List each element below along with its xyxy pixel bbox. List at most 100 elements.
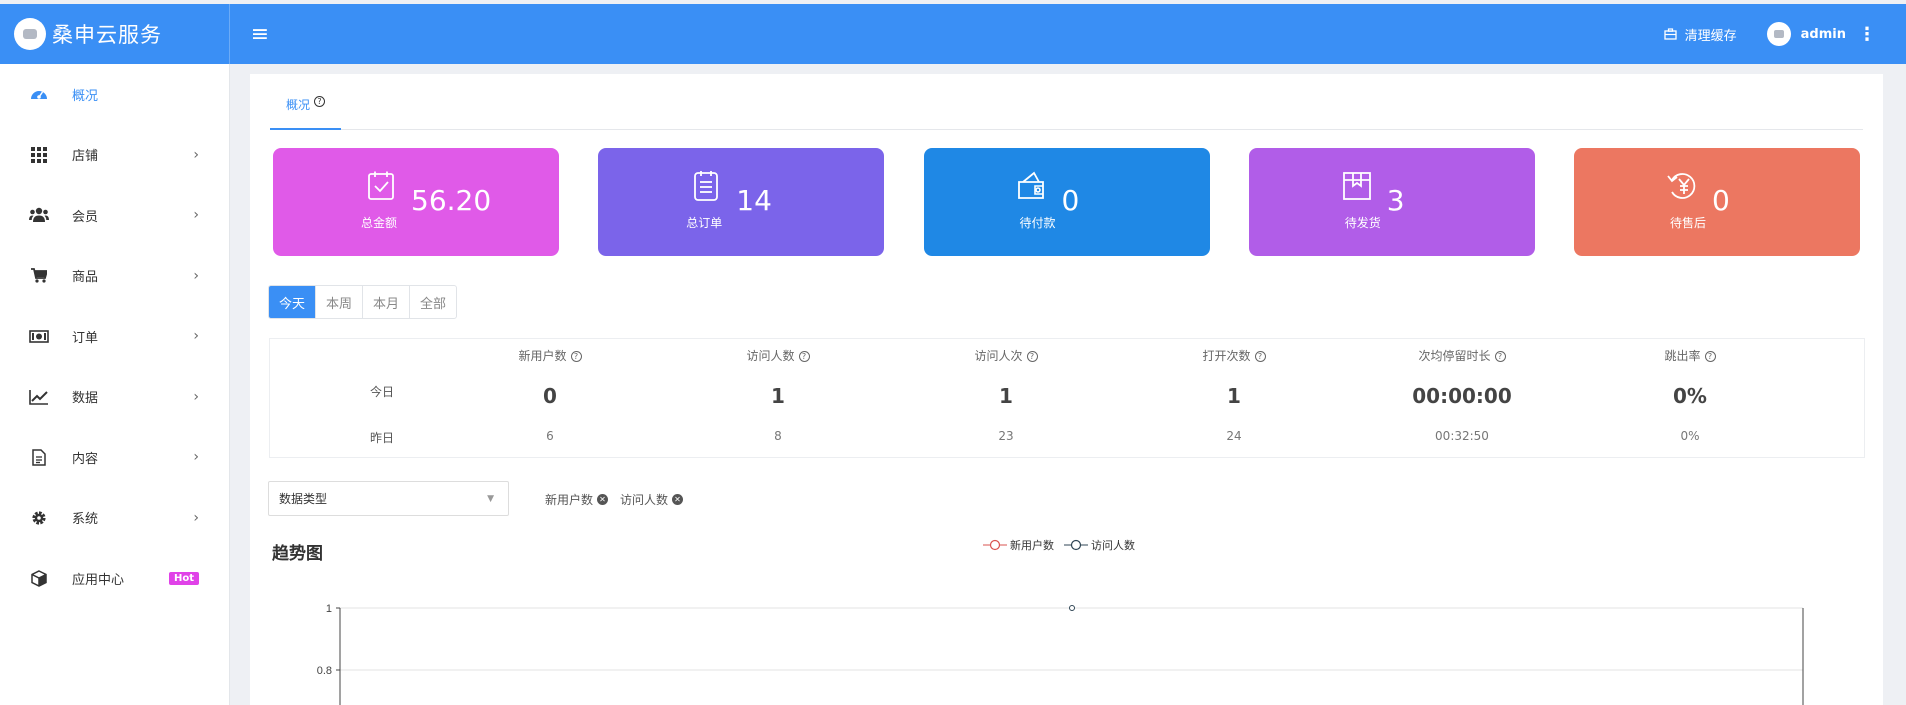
legend-marker (983, 539, 1007, 551)
hot-badge: Hot (168, 571, 199, 585)
menu-toggle-icon[interactable]: ≡ (248, 22, 272, 47)
tab-bar: 概况 ? (270, 74, 1863, 130)
stat-yesterday-value: 8 (774, 429, 782, 443)
legend-label: 访问人数 (1091, 539, 1135, 552)
user-name[interactable]: admin (1801, 27, 1846, 42)
order-list-icon (694, 171, 719, 201)
period-switch: 今天 本周 本月 全部 (268, 285, 458, 319)
brand[interactable]: 桑申云服务 (0, 4, 230, 64)
help-icon[interactable]: ? (1026, 351, 1038, 362)
grid-icon (28, 146, 50, 164)
card-label: 待发货 (1344, 216, 1381, 230)
avatar[interactable] (1766, 22, 1791, 46)
card-value: 3 (1386, 184, 1405, 217)
card-pending-payment[interactable]: 0 待付款 (923, 148, 1210, 256)
chevron-right-icon: › (193, 388, 199, 405)
stat-today-value: 0% (1673, 384, 1707, 408)
chip-label: 新用户数 (545, 493, 594, 507)
card-after-sale[interactable]: 0 待售后 (1574, 148, 1860, 256)
help-icon[interactable]: ? (314, 96, 326, 107)
data-point[interactable] (1069, 605, 1075, 611)
main-content: 概况 ? 56.20 总金额 14 总订单 0 待付款 3 待发货 0 待售后 (250, 74, 1883, 705)
legend-visitors[interactable]: 访问人数 (1064, 537, 1135, 553)
stat-head: 次均停留时长? (1362, 347, 1562, 364)
card-value: 56.20 (411, 184, 492, 217)
chip-visitors: 访问人数 ✕ (620, 491, 684, 508)
more-vertical-icon[interactable]: ⋮ (1858, 24, 1876, 45)
help-icon[interactable]: ? (1494, 351, 1506, 362)
card-total-amount[interactable]: 56.20 总金额 (273, 148, 559, 256)
chart-legend: 新用户数 访问人数 (983, 537, 1145, 553)
sidebar-item-content[interactable]: 内容 › (0, 427, 229, 488)
stat-today-value: 0 (543, 384, 557, 408)
help-icon[interactable]: ? (570, 351, 582, 362)
sidebar-item-label: 会员 (72, 209, 99, 225)
refund-yen-icon (1667, 173, 1696, 199)
header-actions: 清理缓存 admin ⋮ (1663, 22, 1906, 46)
trend-chart: 1 0.8 (317, 603, 1804, 705)
sidebar-item-label: 内容 (72, 451, 99, 467)
sidebar-item-label: 应用中心 (72, 572, 125, 588)
chart-title: 趋势图 (272, 544, 323, 564)
dashboard-icon (28, 85, 50, 103)
brand-name: 桑申云服务 (52, 23, 162, 47)
users-icon (28, 206, 50, 224)
sidebar-item-label: 概况 (72, 88, 99, 104)
stats-table: 今日 昨日 新用户数? 0 6 访问人数? 1 8 访问人次? 1 23 打开次… (269, 338, 1865, 458)
period-today-button[interactable]: 今天 (269, 286, 316, 318)
cart-icon (28, 267, 50, 285)
tab-overview[interactable]: 概况 ? (270, 96, 342, 130)
top-header: 桑申云服务 ≡ 清理缓存 admin ⋮ (0, 4, 1906, 64)
sidebar-item-orders[interactable]: 订单 › (0, 306, 229, 367)
sidebar-item-overview[interactable]: 概况 (0, 64, 229, 125)
y-tick-label: 1 (326, 603, 332, 615)
cube-icon (28, 569, 50, 587)
close-icon[interactable]: ✕ (597, 494, 609, 505)
sidebar-item-data[interactable]: 数据 › (0, 367, 229, 428)
stat-today-value: 00:00:00 (1412, 384, 1512, 408)
sidebar-item-label: 系统 (72, 512, 99, 528)
period-week-button[interactable]: 本周 (315, 286, 362, 318)
sidebar-item-store[interactable]: 店铺 › (0, 125, 229, 186)
sidebar-item-label: 店铺 (72, 149, 99, 165)
stat-today-value: 1 (771, 384, 785, 408)
close-icon[interactable]: ✕ (672, 494, 684, 505)
selected-chips: 新用户数 ✕ 访问人数 ✕ (545, 491, 695, 508)
card-pending-shipment[interactable]: 3 待发货 (1248, 148, 1535, 256)
sidebar-item-system[interactable]: 系统 › (0, 488, 229, 549)
briefcase-icon (1663, 28, 1677, 40)
data-type-select[interactable]: 数据类型 ▼ (268, 481, 509, 516)
stat-yesterday-value: 00:32:50 (1435, 429, 1489, 443)
card-value: 0 (1061, 184, 1080, 217)
chevron-right-icon: › (193, 328, 199, 345)
stat-yesterday-value: 0% (1680, 429, 1700, 443)
summary-cards: 56.20 总金额 14 总订单 0 待付款 3 待发货 0 待售后 (273, 148, 1860, 256)
card-label: 总订单 (686, 216, 723, 230)
stat-head: 打开次数? (1134, 347, 1334, 364)
help-icon[interactable]: ? (1254, 351, 1266, 362)
clear-cache-button[interactable]: 清理缓存 (1663, 25, 1737, 44)
sidebar-item-products[interactable]: 商品 › (0, 246, 229, 307)
stat-head: 访问人数? (678, 347, 878, 364)
period-all-button[interactable]: 全部 (409, 286, 456, 318)
legend-label: 新用户数 (1010, 539, 1054, 552)
data-type-select-value: 数据类型 (279, 492, 328, 506)
chevron-right-icon: › (193, 509, 199, 526)
card-label: 总金额 (361, 216, 398, 230)
brand-logo (14, 18, 46, 50)
period-month-button[interactable]: 本月 (362, 286, 409, 318)
sidebar-item-members[interactable]: 会员 › (0, 185, 229, 246)
help-icon[interactable]: ? (1704, 351, 1716, 362)
money-icon (28, 327, 50, 345)
card-total-orders[interactable]: 14 总订单 (598, 148, 885, 256)
gear-icon (28, 509, 50, 527)
card-value: 0 (1712, 184, 1730, 217)
legend-new-users[interactable]: 新用户数 (983, 537, 1054, 553)
help-icon[interactable]: ? (798, 351, 810, 362)
package-icon (1342, 172, 1371, 200)
chip-new-users: 新用户数 ✕ (545, 491, 609, 508)
stat-head: 访问人次? (906, 347, 1106, 364)
tab-overview-label: 概况 (286, 98, 311, 112)
sidebar: 概况 店铺 › 会员 › 商品 › 订单 › 数据 › 内容 › 系统 › 应用… (0, 64, 230, 705)
sidebar-item-app-center[interactable]: 应用中心 Hot (0, 548, 229, 609)
